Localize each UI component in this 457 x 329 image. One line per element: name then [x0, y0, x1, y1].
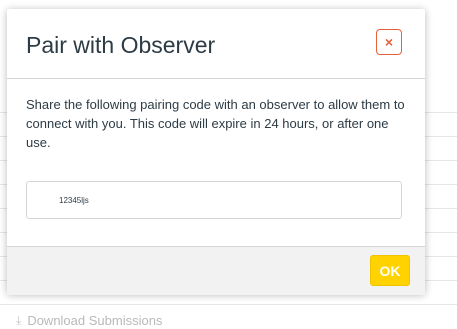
download-submissions-label: Download Submissions — [27, 313, 163, 328]
pairing-code-box[interactable]: 12345ljs — [26, 181, 402, 219]
close-icon: × — [384, 34, 394, 50]
pairing-instructions: Share the following pairing code with an… — [26, 97, 405, 150]
modal-title: Pair with Observer — [26, 32, 216, 58]
modal-header: Pair with Observer × — [7, 9, 425, 79]
modal-body: Share the following pairing code with an… — [26, 95, 411, 152]
pairing-code: 12345ljs — [59, 196, 89, 205]
download-submissions-link[interactable]: ⤓ Download Submissions — [16, 313, 162, 328]
ok-button[interactable]: OK — [370, 255, 410, 286]
divider — [0, 304, 457, 305]
download-icon: ⤓ — [16, 313, 22, 327]
close-button[interactable]: × — [376, 29, 402, 55]
modal-footer: OK — [7, 246, 425, 295]
pair-with-observer-dialog: Pair with Observer × Share the following… — [7, 9, 425, 295]
